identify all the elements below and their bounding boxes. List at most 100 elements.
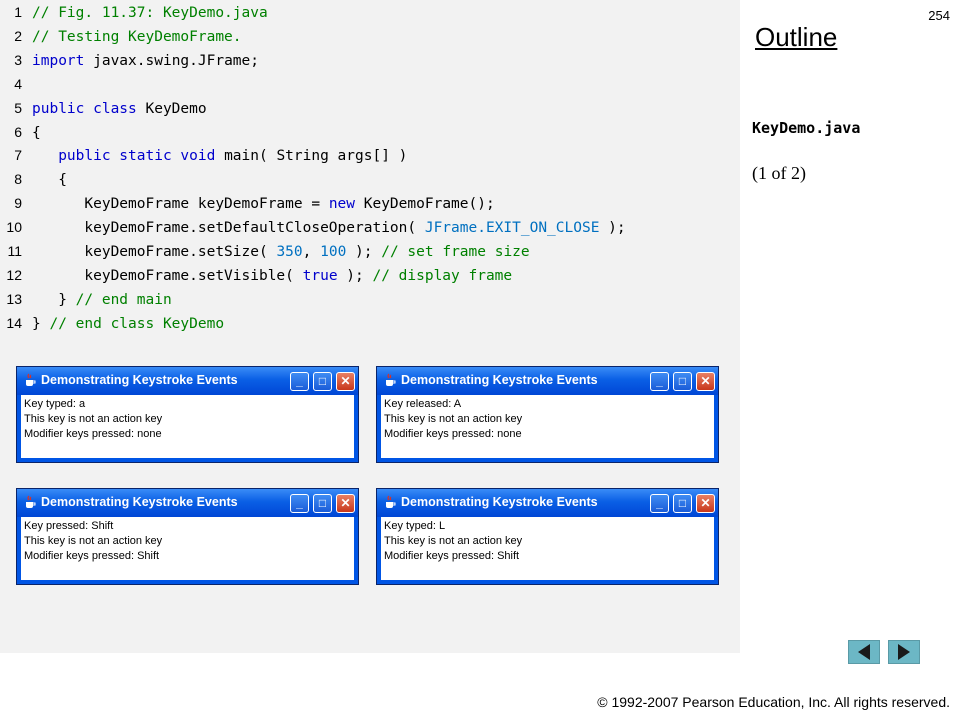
maximize-icon: □ <box>318 374 327 388</box>
window-titlebar[interactable]: Demonstrating Keystroke Events _ □ ✕ <box>377 489 718 517</box>
code-line: 5 public class KeyDemo <box>0 96 207 120</box>
line-number: 8 <box>14 171 22 188</box>
output-text-line: Key released: A <box>384 398 462 410</box>
window-titlebar[interactable]: Demonstrating Keystroke Events _ □ ✕ <box>377 367 718 395</box>
code-token-plain: KeyDemoFrame(); <box>355 196 495 213</box>
code-token-plain: } <box>32 315 50 332</box>
line-number: 11 <box>7 243 22 259</box>
output-text-line: This key is not an action key <box>24 413 163 425</box>
code-token-plain: KeyDemo <box>136 100 207 117</box>
code-token-plain: main( String args[] ) <box>215 148 408 165</box>
code-token-keyword: public class <box>32 100 137 117</box>
maximize-icon: □ <box>678 374 687 388</box>
code-line: 3 import javax.swing.JFrame; <box>0 48 259 72</box>
code-token-plain: ); <box>346 244 382 260</box>
code-token-const: JFrame.EXIT_ON_CLOSE <box>424 220 600 237</box>
code-token-plain: KeyDemoFrame keyDemoFrame = <box>32 196 329 213</box>
code-line: 7 public static void main( String args[]… <box>0 143 407 167</box>
maximize-button[interactable]: □ <box>313 494 332 513</box>
window-title: Demonstrating Keystroke Events <box>41 373 238 387</box>
next-slide-icon <box>898 644 910 660</box>
code-line: 8 { <box>0 167 67 191</box>
window-title: Demonstrating Keystroke Events <box>41 495 238 509</box>
java-cup-icon <box>386 373 396 386</box>
code-token-comment: // display frame <box>372 267 513 284</box>
code-line: 6{ <box>0 120 41 144</box>
part-label: (1 of 2) <box>752 163 806 183</box>
demo-window: Demonstrating Keystroke Events _ □ ✕ Key pre… <box>16 488 359 585</box>
output-text-line: Key typed: a <box>24 398 86 410</box>
window-content: Key typed: L This key is not an action ke… <box>381 517 714 580</box>
maximize-icon: □ <box>678 496 687 510</box>
java-cup-icon <box>386 495 396 508</box>
copyright-notice: © 1992-2007 Pearson Education, Inc. All … <box>597 694 950 710</box>
next-slide-button[interactable] <box>888 640 920 664</box>
window-titlebar[interactable]: Demonstrating Keystroke Events _ □ ✕ <box>17 489 358 517</box>
code-line: 13 } // end main <box>0 287 172 311</box>
line-number: 5 <box>14 99 22 116</box>
java-cup-icon <box>26 373 36 386</box>
minimize-button[interactable]: _ <box>290 494 309 513</box>
output-text-line: Modifier keys pressed: none <box>24 428 162 440</box>
window-content: Key typed: a This key is not an action ke… <box>21 395 354 458</box>
code-line: 14} // end class KeyDemo <box>0 311 224 335</box>
maximize-button[interactable]: □ <box>673 494 692 513</box>
output-text-line: Modifier keys pressed: Shift <box>24 550 160 562</box>
minimize-icon: _ <box>656 374 663 388</box>
code-token-const: 350 <box>276 244 303 260</box>
minimize-button[interactable]: _ <box>650 494 669 513</box>
code-line: 10 keyDemoFrame.setDefaultCloseOperation… <box>0 215 626 239</box>
maximize-button[interactable]: □ <box>313 372 332 391</box>
window-titlebar[interactable]: Demonstrating Keystroke Events _ □ ✕ <box>17 367 358 395</box>
close-button[interactable]: ✕ <box>696 494 715 513</box>
line-number: 6 <box>14 123 22 140</box>
code-token-keyword: true <box>302 267 338 284</box>
minimize-button[interactable]: _ <box>290 372 309 391</box>
code-token-keyword: public static void <box>58 148 216 165</box>
window-title: Demonstrating Keystroke Events <box>401 495 598 509</box>
code-token-plain: { <box>32 172 67 189</box>
output-text-line: Key pressed: Shift <box>24 520 114 532</box>
output-text-line: Modifier keys pressed: none <box>384 428 522 440</box>
file-name-label: KeyDemo.java <box>752 119 861 137</box>
line-number: 3 <box>14 51 22 68</box>
code-token-comment: // end class KeyDemo <box>49 315 225 332</box>
code-token-plain: keyDemoFrame.setSize( <box>32 244 277 260</box>
code-line: 4 <box>0 72 32 96</box>
output-text-line: Key typed: L <box>384 520 446 532</box>
code-token-keyword: import <box>32 52 85 69</box>
close-icon: ✕ <box>700 496 711 510</box>
line-number: 4 <box>14 75 22 92</box>
outline-title[interactable]: Outline <box>755 22 837 53</box>
code-token-comment: // Fig. 11.37: KeyDemo.java <box>32 5 268 21</box>
window-content: Key released: A This key is not an action… <box>381 395 714 458</box>
line-number: 2 <box>14 27 22 44</box>
demo-window: Demonstrating Keystroke Events _ □ ✕ Key typ… <box>376 488 719 585</box>
output-text-line: Modifier keys pressed: Shift <box>384 550 520 562</box>
output-text-line: This key is not an action key <box>384 535 523 547</box>
close-button[interactable]: ✕ <box>336 494 355 513</box>
code-token-keyword: new <box>328 196 356 213</box>
code-token-comment: // end main <box>75 291 172 308</box>
output-text-line: This key is not an action key <box>384 413 523 425</box>
previous-slide-button[interactable] <box>848 640 880 664</box>
code-token-comment: // set frame size <box>381 244 530 260</box>
code-token-plain: { <box>32 124 41 141</box>
line-number: 12 <box>6 266 22 283</box>
minimize-button[interactable]: _ <box>650 372 669 391</box>
line-number: 10 <box>6 219 22 236</box>
close-icon: ✕ <box>700 374 711 388</box>
minimize-icon: _ <box>656 496 663 510</box>
line-number: 14 <box>6 314 22 331</box>
code-line: 2 // Testing KeyDemoFrame. <box>0 24 242 48</box>
previous-slide-icon <box>858 644 870 660</box>
minimize-icon: _ <box>296 374 303 388</box>
close-button[interactable]: ✕ <box>696 372 715 391</box>
maximize-button[interactable]: □ <box>673 372 692 391</box>
code-token-plain: } <box>32 291 76 308</box>
close-button[interactable]: ✕ <box>336 372 355 391</box>
code-token-comment: // Testing KeyDemoFrame. <box>32 28 242 45</box>
code-line: 11 keyDemoFrame.setSize( 350, 100 ); // … <box>0 239 530 263</box>
code-token-plain: ); <box>599 220 626 237</box>
